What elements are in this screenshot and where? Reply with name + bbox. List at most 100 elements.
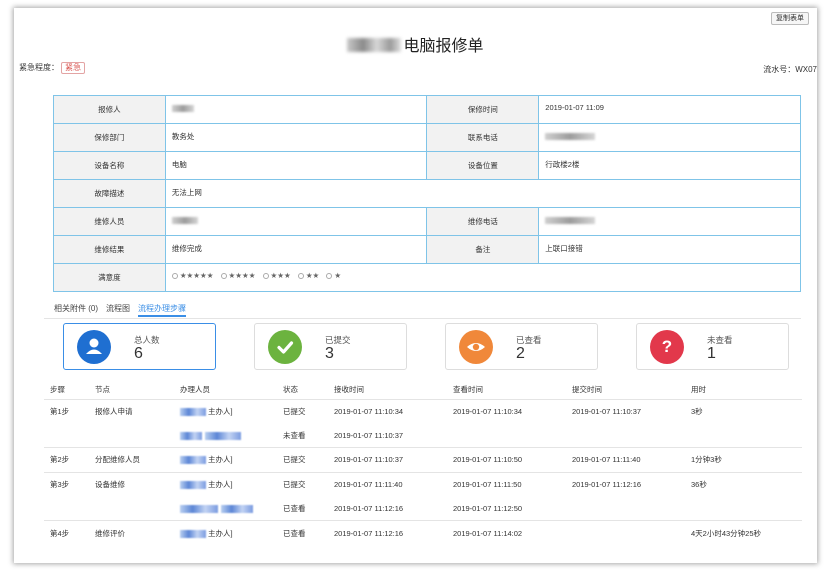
handler-role: 主办人] — [208, 455, 233, 465]
cell-handler — [174, 423, 277, 447]
card-total[interactable]: 总人数 6 — [63, 323, 216, 370]
blurred-text — [180, 529, 206, 538]
radio-icon[interactable] — [171, 273, 178, 279]
blurred-text — [180, 481, 206, 490]
cell-duration: 4天2小时43分钟25秒 — [685, 520, 802, 546]
question-icon: ? — [650, 330, 684, 364]
cell-step — [44, 497, 89, 521]
repairer-value — [164, 207, 428, 236]
steps-body: 第1步 报修人申请 主办人] 已提交 2019-01-07 11:10:34 2019-0… — [44, 399, 802, 546]
repairer-phone-label: 维修电话 — [426, 207, 540, 236]
radio-icon[interactable] — [220, 273, 227, 279]
serial-number: 流水号：WX07 — [763, 65, 817, 74]
table-row: 第4步 维修评价 主办人] 已查看 2019-01-07 11:12:16 2019-01… — [44, 520, 802, 546]
satisfaction-option-3[interactable]: ★★★ — [262, 271, 291, 280]
cell-duration — [685, 497, 802, 521]
cell-submitted: 2019-01-07 11:12:16 — [566, 471, 685, 497]
cell-duration: 36秒 — [685, 471, 802, 497]
table-row: 第2步 分配维修人员 主办人] 已提交 2019-01-07 11:10:37 2019-… — [44, 447, 802, 473]
detail-tabs: 相关附件 (0) 流程图 流程办理步骤 — [54, 303, 186, 317]
cell-duration: 3秒 — [691, 406, 703, 416]
cell-step: 第1步 — [50, 406, 70, 416]
card-submitted[interactable]: 已提交 3 — [254, 323, 407, 370]
blurred-text — [180, 456, 206, 465]
blurred-text — [221, 505, 253, 514]
eye-icon — [459, 330, 493, 364]
satisfaction-option-5[interactable]: ★★★★★ — [171, 271, 213, 280]
repairer-phone-value — [538, 207, 801, 236]
dept-value: 教务处 — [164, 123, 428, 152]
cell-viewed: 2019-01-07 11:10:50 — [447, 447, 566, 473]
blurred-text — [180, 407, 206, 416]
cell-viewed: 2019-01-07 11:11:50 — [447, 471, 566, 497]
satisfaction-option-2[interactable]: ★★ — [297, 271, 319, 280]
remark-value: 上联口接错 — [538, 235, 801, 264]
repair-time-value: 2019-01-07 11:09 — [538, 95, 801, 124]
col-node: 节点 — [89, 380, 174, 400]
result-label: 维修结果 — [53, 235, 166, 264]
repairer-label: 维修人员 — [53, 207, 166, 236]
satisfaction-options: ★★★★★ ★★★★ ★★★ ★★ ★ — [164, 263, 802, 292]
tab-attachments[interactable]: 相关附件 (0) — [54, 303, 98, 317]
satisfaction-label: 满意度 — [53, 263, 166, 292]
satisfaction-option-4[interactable]: ★★★★ — [220, 271, 255, 280]
table-row: 第3步 设备维修 主办人] 已提交 2019-01-07 11:11:40 2019-01… — [44, 471, 802, 497]
satisfaction-option-1[interactable]: ★ — [326, 271, 341, 280]
cell-submitted — [566, 497, 685, 521]
handler-role: 主办人] — [208, 528, 233, 538]
radio-icon[interactable] — [326, 273, 333, 279]
col-viewed: 查看时间 — [447, 380, 566, 400]
cell-status: 已提交 — [283, 406, 306, 416]
card-unviewed[interactable]: ? 未查看 1 — [636, 323, 789, 370]
card-total-value: 6 — [134, 345, 143, 362]
cell-handler: 主办人] — [174, 447, 277, 473]
title-text: 电脑报修单 — [403, 38, 484, 55]
cell-viewed — [447, 423, 566, 447]
cell-node: 报修人申请 — [95, 406, 133, 416]
cell-handler: 主办人] — [174, 520, 277, 546]
blurred-text — [545, 132, 596, 140]
cell-viewed: 2019-01-07 11:12:50 — [453, 504, 523, 513]
tab-flowchart[interactable]: 流程图 — [106, 303, 130, 317]
location-value: 行政楼2楼 — [538, 151, 801, 180]
location-label: 设备位置 — [426, 151, 540, 180]
cell-node: 维修评价 — [89, 520, 174, 546]
cell-status: 已提交 — [277, 447, 328, 473]
cell-received: 2019-01-07 11:12:16 — [328, 520, 447, 546]
remark-label: 备注 — [426, 235, 540, 264]
col-status: 状态 — [277, 380, 328, 400]
col-submitted: 提交时间 — [566, 380, 685, 400]
phone-value — [538, 123, 801, 152]
cell-node: 分配维修人员 — [89, 447, 174, 473]
handler-role: 主办人] — [208, 480, 233, 490]
col-duration: 用时 — [685, 380, 802, 400]
repair-info-table: 报修人 保修时间 2019-01-07 11:09 保修部门 教务处 联系电话 … — [53, 95, 802, 292]
fault-label: 故障描述 — [53, 179, 166, 208]
copy-form-button[interactable]: 复制表单 — [771, 12, 809, 25]
tab-process-steps[interactable]: 流程办理步骤 — [138, 303, 186, 317]
tab-divider — [44, 318, 801, 319]
cell-submitted: 2019-01-07 11:11:40 — [566, 447, 685, 473]
urgency-field: 紧急程度： 紧急 — [19, 62, 85, 74]
blurred-text — [545, 216, 596, 224]
blurred-text — [171, 216, 198, 224]
radio-icon[interactable] — [262, 273, 269, 279]
blurred-text — [180, 431, 202, 440]
cell-received: 2019-01-07 11:12:16 — [334, 504, 404, 513]
cell-node — [89, 423, 174, 447]
form-page: 复制表单 电脑报修单 紧急程度： 紧急 流水号：WX07 报修人 保修时间 201… — [14, 8, 817, 563]
blurred-text — [180, 505, 218, 514]
dept-label: 保修部门 — [53, 123, 166, 152]
table-row: 第1步 报修人申请 主办人] 已提交 2019-01-07 11:10:34 2019-0… — [44, 399, 802, 423]
card-unviewed-value: 1 — [707, 345, 716, 362]
col-step: 步骤 — [44, 380, 89, 400]
cell-submitted — [566, 520, 685, 546]
col-handler: 办理人员 — [174, 380, 277, 400]
user-icon — [77, 330, 111, 364]
card-viewed[interactable]: 已查看 2 — [445, 323, 598, 370]
cell-step: 第3步 — [44, 471, 89, 497]
steps-header-row: 步骤 节点 办理人员 状态 接收时间 查看时间 提交时间 用时 — [44, 380, 802, 400]
cell-received: 2019-01-07 11:10:37 — [334, 430, 404, 440]
result-value: 维修完成 — [164, 235, 428, 264]
radio-icon[interactable] — [297, 273, 304, 279]
